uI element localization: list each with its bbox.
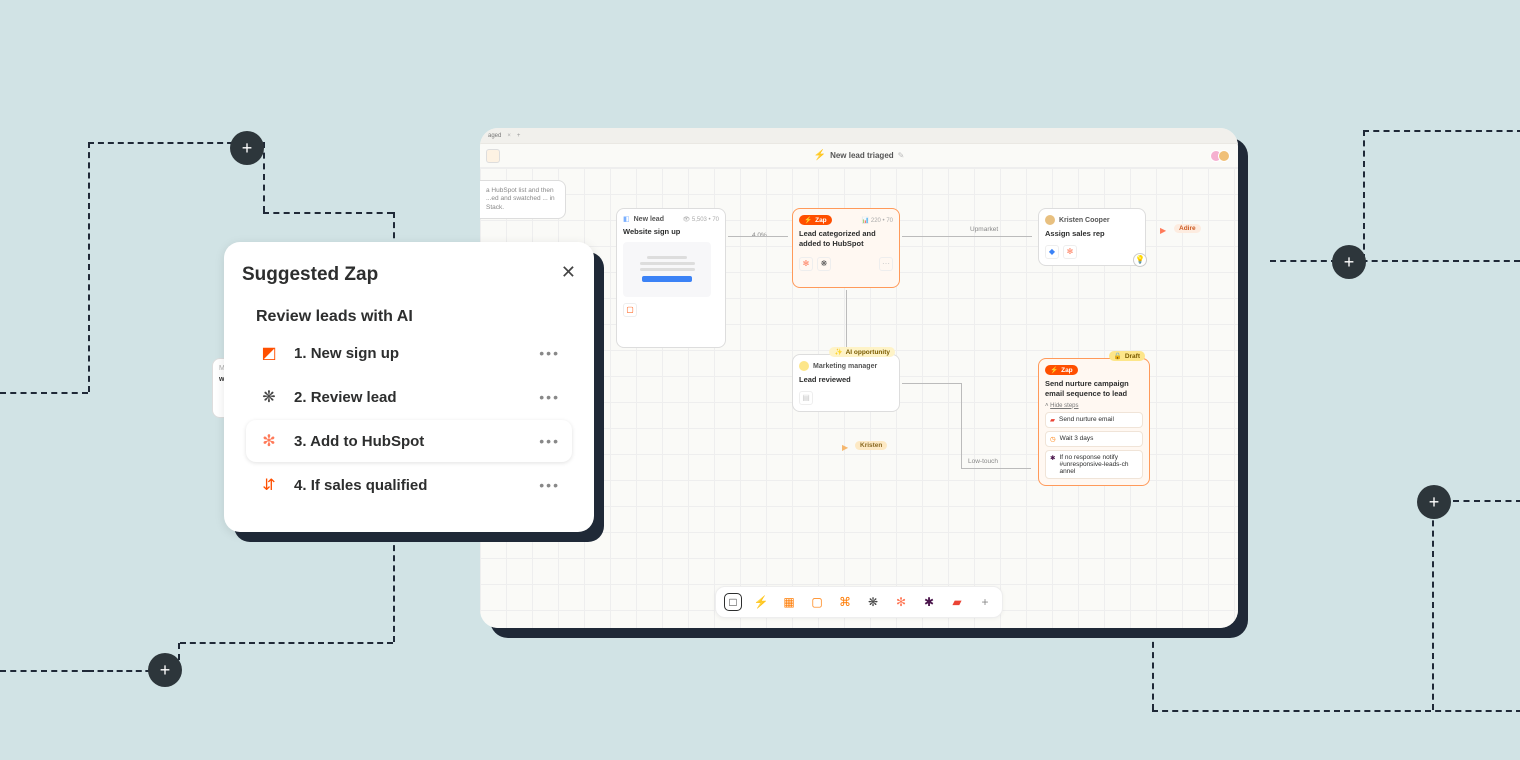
substep[interactable]: ✱If no response notify #unresponsive-lea… [1045,450,1143,479]
toggle-steps[interactable]: ˄ Hide steps [1045,403,1143,409]
tag-adire[interactable]: Adire [1174,224,1201,233]
triangle-icon: ▶ [1160,226,1166,235]
tool-zap[interactable]: ⚡ [752,593,770,611]
hubspot-icon: ✻ [258,430,280,452]
tool-hubspot[interactable]: ✻ [892,593,910,611]
more-icon[interactable]: ••• [539,477,560,493]
substep[interactable]: ▰Send nurture email [1045,412,1143,428]
bg-plus-node[interactable]: + [230,131,264,165]
new-tab-button[interactable]: + [517,133,521,139]
avatar [1218,150,1230,162]
interfaces-icon: ◩ [258,342,280,364]
substep[interactable]: ◷Wait 3 days [1045,431,1143,447]
connector-arrow [961,383,962,468]
tab-label[interactable]: aged [488,133,501,139]
suggested-step-2[interactable]: ❋ 2. Review lead ••• [246,376,572,418]
more-icon[interactable]: ••• [539,389,560,405]
connector-arrow [846,290,847,350]
canvas-toolbar: □ ⚡ ▦ ▢ ⌘ ❋ ✻ ✱ ▰ + [715,586,1003,618]
app-icon [486,149,500,163]
hubspot-icon: ✻ [1063,245,1077,259]
branch-icon: ⇵ [258,474,280,496]
tool-select[interactable]: □ [724,593,742,611]
lightbulb-icon[interactable]: 💡 [1133,253,1147,267]
node-assign-rep[interactable]: Kristen Cooper Assign sales rep ◆ ✻ 💡 [1038,208,1146,266]
suggested-step-1[interactable]: ◩ 1. New sign up ••• [246,332,572,374]
node-draft-nurture[interactable]: 🔒 Draft ⚡ Zap Send nurture campaign emai… [1038,358,1150,486]
person-avatar-icon [1045,215,1055,225]
tab-close-icon[interactable]: × [507,133,511,139]
clock-icon: ◷ [1050,435,1056,443]
browser-tab-bar: aged × + [480,128,1238,144]
form-preview [623,242,711,297]
gmail-icon: ▰ [1050,416,1055,424]
doc-icon: ◧ [623,215,630,223]
hubspot-icon: ✻ [799,257,813,271]
bg-plus-node[interactable]: + [1332,245,1366,279]
popover-subtitle: Review leads with AI [256,308,576,326]
interfaces-icon: ▢ [623,303,637,317]
triangle-icon: ▶ [842,443,848,452]
draft-badge: 🔒 Draft [1109,351,1145,361]
ai-opportunity-badge: ✨ AI opportunity [829,347,895,357]
canvas-header: ⚡ New lead triaged ✎ [480,144,1238,168]
openai-icon: ❋ [817,257,831,271]
connector-arrow [902,383,962,384]
tool-openai[interactable]: ❋ [864,593,882,611]
tool-table[interactable]: ▦ [780,593,798,611]
tool-slack[interactable]: ✱ [920,593,938,611]
bg-plus-node[interactable]: + [148,653,182,687]
more-icon[interactable]: ••• [539,433,560,449]
canvas-note: a HubSpot list and then ...ed and swatch… [480,180,566,219]
close-icon[interactable]: ✕ [561,262,576,283]
bolt-icon: ⚡ [814,150,826,161]
collaborator-avatars[interactable] [1214,150,1230,162]
metric: 👁 5,503 • 70 [683,216,719,223]
slack-icon: ✱ [1050,454,1055,462]
suggested-step-3[interactable]: ✻ 3. Add to HubSpot ••• [246,420,572,462]
metric: 📊 220 • 70 [862,217,893,224]
connector-arrow [728,236,788,237]
tool-gmail[interactable]: ▰ [948,593,966,611]
person-avatar-icon [799,361,809,371]
canvas-title: New lead triaged [830,151,894,160]
connector-label: Upmarket [970,226,998,233]
tag-kristen[interactable]: Kristen [855,441,887,450]
edit-title-icon[interactable]: ✎ [898,151,905,160]
node-zap-categorize[interactable]: ⚡ Zap 📊 220 • 70 Lead categorized and ad… [792,208,900,288]
openai-icon: ❋ [258,386,280,408]
tool-chatbot[interactable]: ⌘ [836,593,854,611]
node-new-lead[interactable]: ◧ New lead 👁 5,503 • 70 Website sign up … [616,208,726,348]
suggested-step-4[interactable]: ⇵ 4. If sales qualified ••• [246,464,572,506]
tool-interfaces[interactable]: ▢ [808,593,826,611]
tool-add[interactable]: + [976,593,994,611]
bg-plus-node[interactable]: + [1417,485,1451,519]
suggested-zap-popover: Suggested Zap ✕ Review leads with AI ◩ 1… [224,242,594,532]
connector-arrow [902,236,1032,237]
asana-icon: ◆ [1045,245,1059,259]
connector-label: Low-touch [968,458,998,465]
connector-arrow [961,468,1031,469]
popover-title: Suggested Zap [242,264,576,286]
zap-badge: ⚡ Zap [799,215,832,225]
doc-icon: ▤ [799,391,813,405]
zap-badge: ⚡ Zap [1045,365,1078,375]
more-icon[interactable]: ⋯ [879,257,893,271]
more-icon[interactable]: ••• [539,345,560,361]
node-marketing-manager[interactable]: ✨ AI opportunity Marketing manager Lead … [792,354,900,412]
